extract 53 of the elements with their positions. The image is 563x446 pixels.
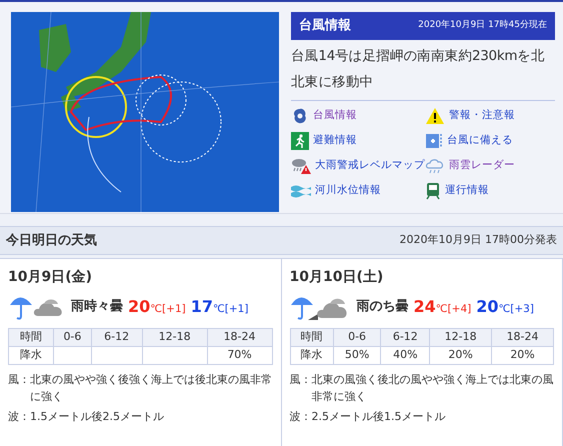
timestamp: 2020年10月9日 17時45分現在 <box>418 19 547 32</box>
table-cell: 40% <box>380 346 430 364</box>
table-cell: 70% <box>207 346 272 364</box>
rain-cloud-icon <box>425 157 445 175</box>
table-cell: 0-6 <box>54 328 92 346</box>
table-cell: 降水 <box>8 346 54 364</box>
water-icon <box>291 184 311 198</box>
table-cell: 20% <box>492 346 554 364</box>
wave-forecast: 1.5メートル後2.5メートル <box>30 409 164 425</box>
first-aid-icon <box>425 132 443 150</box>
train-icon <box>425 182 441 200</box>
rain-warning-icon <box>291 157 311 175</box>
wind-forecast: 北東の風やや強く後強く海上では後北東の風非常に強く <box>30 372 272 405</box>
wave-forecast: 2.5メートル後1.5メートル <box>312 409 446 425</box>
high-temperature: 20℃[+1] <box>128 296 186 318</box>
exit-icon <box>291 132 309 150</box>
section-title: 台風情報 <box>299 17 351 36</box>
wind-forecast: 北東の風強く後北の風やや強く海上では北東の風非常に強く <box>312 372 554 405</box>
section-title: 今日明日の天気 <box>6 232 97 250</box>
info-link[interactable]: 警報・注意報 <box>425 107 555 125</box>
table-cell: 降水 <box>290 346 334 364</box>
table-cell: 時間 <box>8 328 54 346</box>
table-cell: 6-12 <box>380 328 430 346</box>
table-cell: 12-18 <box>430 328 492 346</box>
table-cell: 6-12 <box>91 328 142 346</box>
table-cell: 時間 <box>290 328 334 346</box>
high-temperature: 24℃[+4] <box>414 296 472 318</box>
info-link[interactable]: 大雨警戒レベルマップ <box>291 157 425 175</box>
info-link[interactable]: 避難情報 <box>291 132 425 150</box>
table-cell: 20% <box>430 346 492 364</box>
info-link[interactable]: 台風情報 <box>291 107 425 125</box>
day-title: 10月9日(金) <box>8 268 94 287</box>
info-link[interactable]: 雨雲レーダー <box>425 157 555 175</box>
issued-time: 2020年10月9日 17時00分発表 <box>400 232 557 248</box>
table-cell: 18-24 <box>492 328 554 346</box>
warning-icon <box>425 107 445 125</box>
table-cell: 18-24 <box>207 328 272 346</box>
wave-label: 波： <box>290 409 312 425</box>
typhoon-summary: 台風14号は足摺岬の南南東約230kmを北北東に移動中 <box>291 47 546 92</box>
info-link[interactable]: 河川水位情報 <box>291 182 425 200</box>
low-temperature: 20℃[+3] <box>476 296 534 318</box>
table-cell: 0-6 <box>333 328 381 346</box>
table-cell: 50% <box>333 346 381 364</box>
weather-label: 雨時々曇 <box>71 298 123 316</box>
info-link[interactable]: 台風に備える <box>425 132 555 150</box>
wave-label: 波： <box>8 409 30 425</box>
table-cell: 12-18 <box>142 328 208 346</box>
weather-label: 雨のち曇 <box>356 298 408 316</box>
day-title: 10月10日(土) <box>290 268 384 287</box>
wind-label: 風： <box>8 372 30 388</box>
low-temperature: 17℃[+1] <box>190 296 248 318</box>
info-link[interactable]: 運行情報 <box>425 182 555 200</box>
wind-label: 風： <box>290 372 312 388</box>
